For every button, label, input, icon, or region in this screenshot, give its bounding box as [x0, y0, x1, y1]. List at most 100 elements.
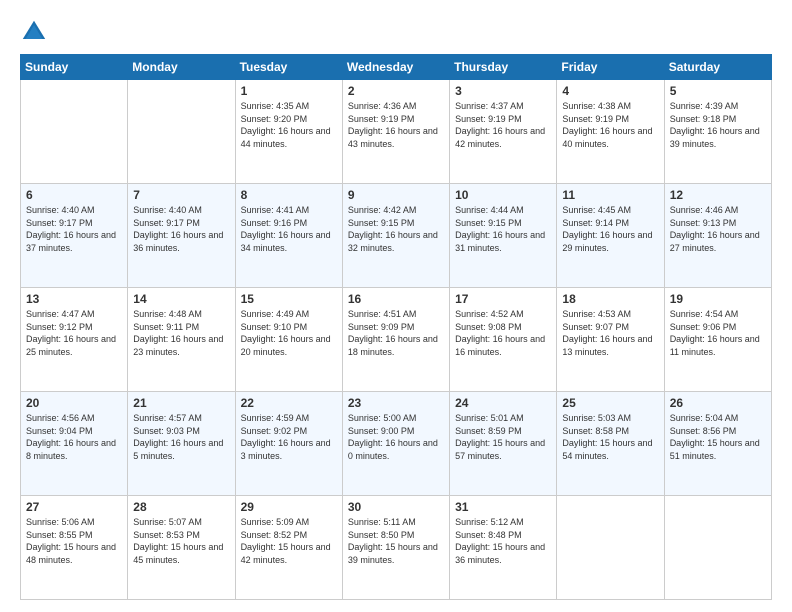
day-number: 13 — [26, 292, 122, 306]
day-number: 24 — [455, 396, 551, 410]
cell-info: Sunrise: 5:04 AM Sunset: 8:56 PM Dayligh… — [670, 412, 766, 462]
cell-info: Sunrise: 4:59 AM Sunset: 9:02 PM Dayligh… — [241, 412, 337, 462]
calendar-cell: 1 Sunrise: 4:35 AM Sunset: 9:20 PM Daylig… — [235, 80, 342, 184]
day-number: 23 — [348, 396, 444, 410]
weekday-header-thursday: Thursday — [450, 55, 557, 80]
calendar-cell: 21 Sunrise: 4:57 AM Sunset: 9:03 PM Dayli… — [128, 392, 235, 496]
calendar-cell: 4Sunrise: 4:38 AM Sunset: 9:19 PM Daylig… — [557, 80, 664, 184]
cell-info: Sunrise: 5:06 AM Sunset: 8:55 PM Dayligh… — [26, 516, 122, 566]
weekday-header-friday: Friday — [557, 55, 664, 80]
day-number: 29 — [241, 500, 337, 514]
day-number: 18 — [562, 292, 658, 306]
day-number: 12 — [670, 188, 766, 202]
cell-info: Sunrise: 4:49 AM Sunset: 9:10 PM Dayligh… — [241, 308, 337, 358]
cell-info: Sunrise: 5:07 AM Sunset: 8:53 PM Dayligh… — [133, 516, 229, 566]
day-number: 8 — [241, 188, 337, 202]
calendar-cell: 12 Sunrise: 4:46 AM Sunset: 9:13 PM Dayli… — [664, 184, 771, 288]
cell-info: Sunrise: 4:47 AM Sunset: 9:12 PM Dayligh… — [26, 308, 122, 358]
cell-info: Sunrise: 4:42 AM Sunset: 9:15 PM Dayligh… — [348, 204, 444, 254]
header — [20, 18, 772, 46]
calendar-cell: 8 Sunrise: 4:41 AM Sunset: 9:16 PM Daylig… — [235, 184, 342, 288]
weekday-header-row: SundayMondayTuesdayWednesdayThursdayFrid… — [21, 55, 772, 80]
weekday-header-sunday: Sunday — [21, 55, 128, 80]
cell-info: Sunrise: 5:01 AM Sunset: 8:59 PM Dayligh… — [455, 412, 551, 462]
cell-info: Sunrise: 5:11 AM Sunset: 8:50 PM Dayligh… — [348, 516, 444, 566]
day-number: 6 — [26, 188, 122, 202]
day-number: 2 — [348, 84, 444, 98]
calendar-cell: 29 Sunrise: 5:09 AM Sunset: 8:52 PM Dayli… — [235, 496, 342, 600]
calendar-cell: 28 Sunrise: 5:07 AM Sunset: 8:53 PM Dayli… — [128, 496, 235, 600]
week-row-0: 1 Sunrise: 4:35 AM Sunset: 9:20 PM Daylig… — [21, 80, 772, 184]
cell-info: Sunrise: 5:00 AM Sunset: 9:00 PM Dayligh… — [348, 412, 444, 462]
cell-info: Sunrise: 4:46 AM Sunset: 9:13 PM Dayligh… — [670, 204, 766, 254]
day-number: 31 — [455, 500, 551, 514]
calendar-cell: 18 Sunrise: 4:53 AM Sunset: 9:07 PM Dayli… — [557, 288, 664, 392]
cell-info: Sunrise: 5:12 AM Sunset: 8:48 PM Dayligh… — [455, 516, 551, 566]
day-number: 20 — [26, 396, 122, 410]
cell-info: Sunrise: 4:40 AM Sunset: 9:17 PM Dayligh… — [133, 204, 229, 254]
cell-info: Sunrise: 4:57 AM Sunset: 9:03 PM Dayligh… — [133, 412, 229, 462]
week-row-2: 13 Sunrise: 4:47 AM Sunset: 9:12 PM Dayli… — [21, 288, 772, 392]
day-number: 22 — [241, 396, 337, 410]
calendar-cell: 19Sunrise: 4:54 AM Sunset: 9:06 PM Dayli… — [664, 288, 771, 392]
calendar-cell: 24 Sunrise: 5:01 AM Sunset: 8:59 PM Dayli… — [450, 392, 557, 496]
day-number: 15 — [241, 292, 337, 306]
cell-info: Sunrise: 4:39 AM Sunset: 9:18 PM Dayligh… — [670, 100, 766, 150]
day-number: 19 — [670, 292, 766, 306]
day-number: 1 — [241, 84, 337, 98]
calendar-cell — [128, 80, 235, 184]
cell-info: Sunrise: 4:45 AM Sunset: 9:14 PM Dayligh… — [562, 204, 658, 254]
day-number: 9 — [348, 188, 444, 202]
weekday-header-wednesday: Wednesday — [342, 55, 449, 80]
weekday-header-saturday: Saturday — [664, 55, 771, 80]
calendar-cell: 3 Sunrise: 4:37 AM Sunset: 9:19 PM Daylig… — [450, 80, 557, 184]
day-number: 30 — [348, 500, 444, 514]
cell-info: Sunrise: 4:37 AM Sunset: 9:19 PM Dayligh… — [455, 100, 551, 150]
calendar-cell — [557, 496, 664, 600]
cell-info: Sunrise: 4:40 AM Sunset: 9:17 PM Dayligh… — [26, 204, 122, 254]
calendar-cell: 6 Sunrise: 4:40 AM Sunset: 9:17 PM Daylig… — [21, 184, 128, 288]
week-row-1: 6 Sunrise: 4:40 AM Sunset: 9:17 PM Daylig… — [21, 184, 772, 288]
calendar-cell: 9 Sunrise: 4:42 AM Sunset: 9:15 PM Daylig… — [342, 184, 449, 288]
calendar-cell — [664, 496, 771, 600]
calendar-cell: 30 Sunrise: 5:11 AM Sunset: 8:50 PM Dayli… — [342, 496, 449, 600]
day-number: 3 — [455, 84, 551, 98]
cell-info: Sunrise: 5:09 AM Sunset: 8:52 PM Dayligh… — [241, 516, 337, 566]
day-number: 5 — [670, 84, 766, 98]
day-number: 25 — [562, 396, 658, 410]
calendar-cell: 17Sunrise: 4:52 AM Sunset: 9:08 PM Dayli… — [450, 288, 557, 392]
calendar-cell: 16Sunrise: 4:51 AM Sunset: 9:09 PM Dayli… — [342, 288, 449, 392]
day-number: 14 — [133, 292, 229, 306]
calendar-table: SundayMondayTuesdayWednesdayThursdayFrid… — [20, 54, 772, 600]
calendar-cell: 27 Sunrise: 5:06 AM Sunset: 8:55 PM Dayli… — [21, 496, 128, 600]
calendar-cell: 10 Sunrise: 4:44 AM Sunset: 9:15 PM Dayli… — [450, 184, 557, 288]
calendar-cell — [21, 80, 128, 184]
week-row-3: 20 Sunrise: 4:56 AM Sunset: 9:04 PM Dayli… — [21, 392, 772, 496]
calendar-cell: 26Sunrise: 5:04 AM Sunset: 8:56 PM Dayli… — [664, 392, 771, 496]
calendar-cell: 15 Sunrise: 4:49 AM Sunset: 9:10 PM Dayli… — [235, 288, 342, 392]
cell-info: Sunrise: 5:03 AM Sunset: 8:58 PM Dayligh… — [562, 412, 658, 462]
day-number: 28 — [133, 500, 229, 514]
calendar-cell: 13 Sunrise: 4:47 AM Sunset: 9:12 PM Dayli… — [21, 288, 128, 392]
calendar-cell: 20 Sunrise: 4:56 AM Sunset: 9:04 PM Dayli… — [21, 392, 128, 496]
calendar-cell: 7Sunrise: 4:40 AM Sunset: 9:17 PM Daylig… — [128, 184, 235, 288]
day-number: 11 — [562, 188, 658, 202]
logo-icon — [20, 18, 48, 46]
calendar-cell: 22 Sunrise: 4:59 AM Sunset: 9:02 PM Dayli… — [235, 392, 342, 496]
cell-info: Sunrise: 4:41 AM Sunset: 9:16 PM Dayligh… — [241, 204, 337, 254]
day-number: 16 — [348, 292, 444, 306]
cell-info: Sunrise: 4:53 AM Sunset: 9:07 PM Dayligh… — [562, 308, 658, 358]
cell-info: Sunrise: 4:36 AM Sunset: 9:19 PM Dayligh… — [348, 100, 444, 150]
cell-info: Sunrise: 4:52 AM Sunset: 9:08 PM Dayligh… — [455, 308, 551, 358]
weekday-header-tuesday: Tuesday — [235, 55, 342, 80]
cell-info: Sunrise: 4:35 AM Sunset: 9:20 PM Dayligh… — [241, 100, 337, 150]
calendar-cell: 11 Sunrise: 4:45 AM Sunset: 9:14 PM Dayli… — [557, 184, 664, 288]
day-number: 21 — [133, 396, 229, 410]
cell-info: Sunrise: 4:44 AM Sunset: 9:15 PM Dayligh… — [455, 204, 551, 254]
cell-info: Sunrise: 4:56 AM Sunset: 9:04 PM Dayligh… — [26, 412, 122, 462]
page: SundayMondayTuesdayWednesdayThursdayFrid… — [0, 0, 792, 612]
calendar-cell: 31 Sunrise: 5:12 AM Sunset: 8:48 PM Dayli… — [450, 496, 557, 600]
cell-info: Sunrise: 4:48 AM Sunset: 9:11 PM Dayligh… — [133, 308, 229, 358]
day-number: 27 — [26, 500, 122, 514]
day-number: 10 — [455, 188, 551, 202]
